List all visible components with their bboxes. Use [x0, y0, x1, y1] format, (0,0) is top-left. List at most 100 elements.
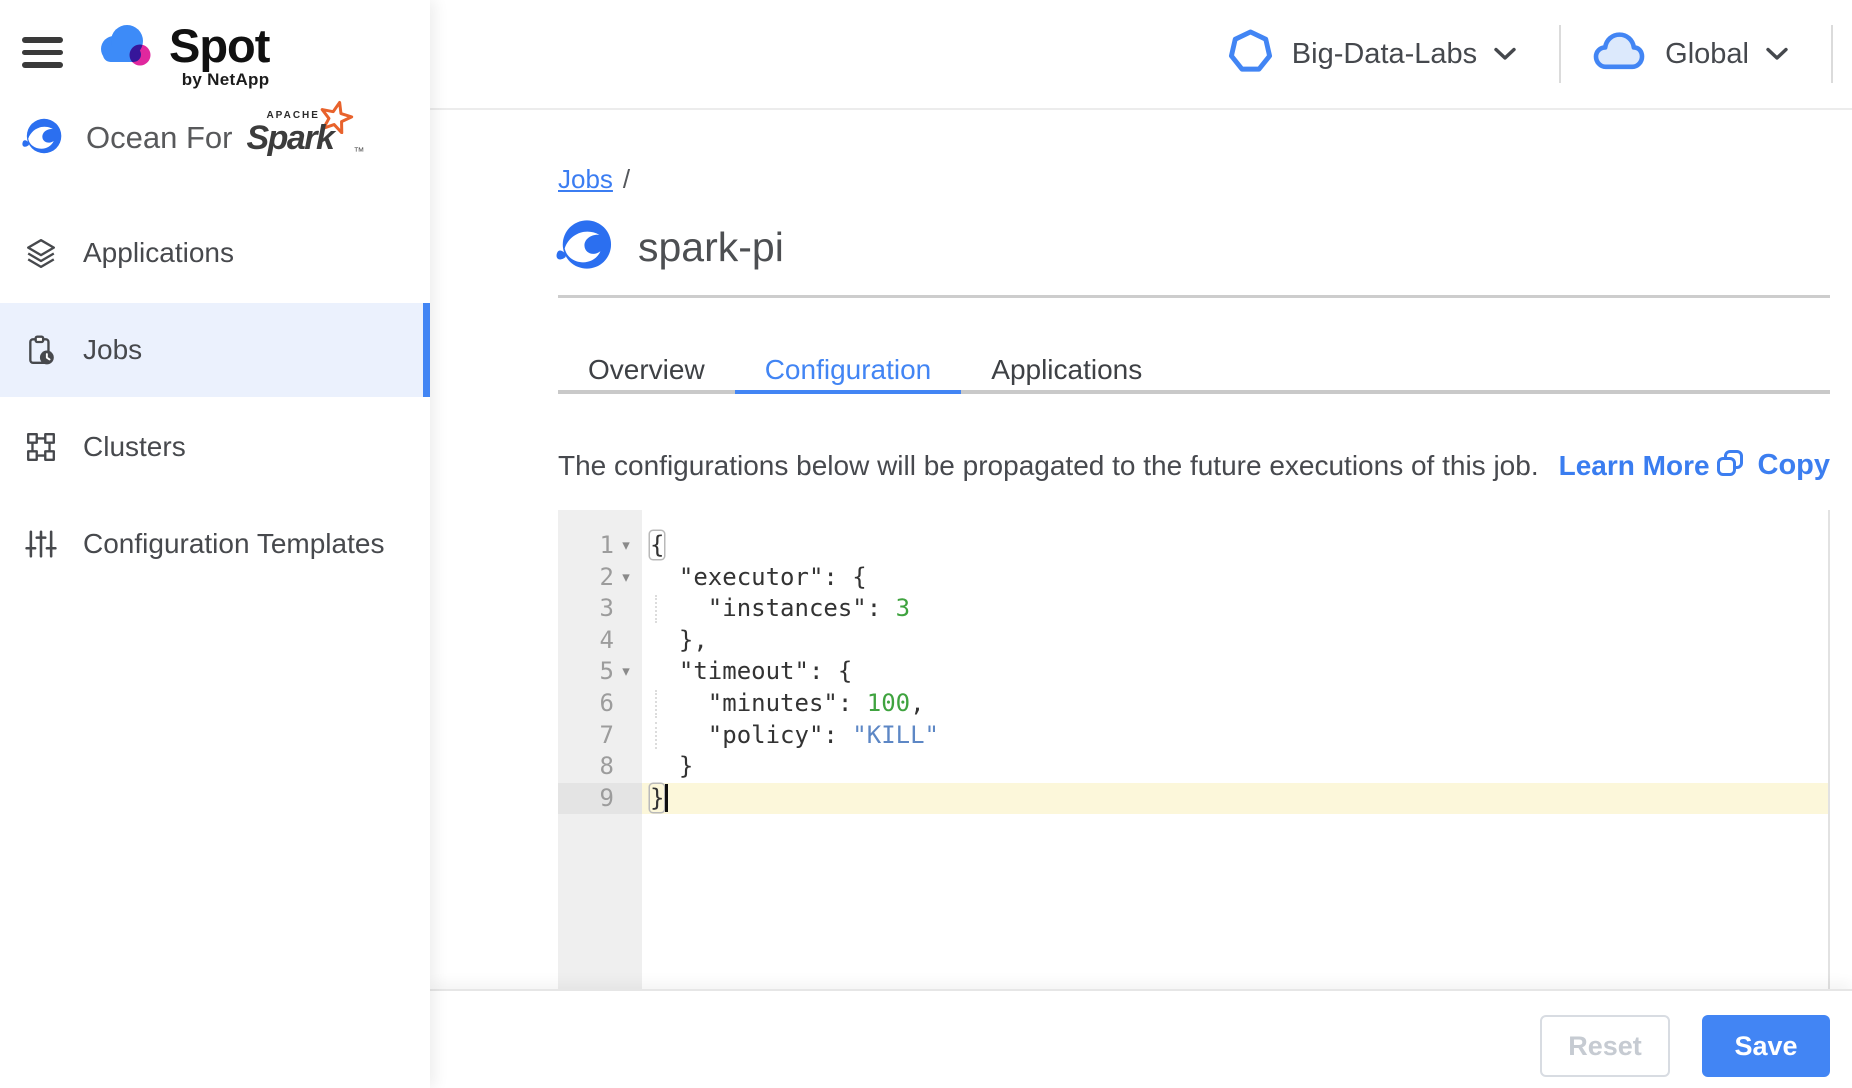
gutter-cell: 7 [558, 720, 642, 752]
reset-button[interactable]: Reset [1540, 1015, 1670, 1077]
line-number: 4 [600, 625, 614, 657]
sidebar-item-label: Clusters [83, 431, 186, 463]
copy-icon [1715, 448, 1745, 483]
code-text: } [642, 783, 1828, 815]
code-token: "timeout": { [650, 657, 852, 685]
sidebar-item-label: Applications [83, 237, 234, 269]
apache-spark-logo: APACHE Spark ™ [246, 110, 356, 166]
code-line[interactable]: 4 }, [558, 625, 1828, 657]
code-token: 100 [867, 689, 910, 717]
line-number: 5 [600, 656, 614, 688]
configuration-templates-icon [25, 528, 57, 560]
gutter-cell: 1▾ [558, 530, 642, 562]
sidebar-item-label: Configuration Templates [83, 528, 384, 560]
code-line[interactable]: 9} [558, 783, 1828, 815]
code-text: } [642, 751, 1828, 783]
gutter-cell: 6 [558, 688, 642, 720]
gutter-cell: 3 [558, 593, 642, 625]
code-text: "minutes": 100, [642, 688, 1828, 720]
code-editor[interactable]: 1▾{2▾ "executor": {3 "instances": 34 },5… [558, 510, 1830, 989]
breadcrumb-separator: / [623, 164, 630, 194]
ocean-wave-icon [22, 117, 62, 160]
save-button[interactable]: Save [1702, 1015, 1830, 1077]
sidebar-item-applications[interactable]: Applications [0, 206, 430, 300]
sidebar-item-clusters[interactable]: Clusters [0, 400, 430, 494]
page-header: spark-pi [556, 218, 784, 276]
header-divider [1559, 25, 1561, 83]
line-number: 3 [600, 593, 614, 625]
config-description: The configurations below will be propaga… [558, 450, 1539, 482]
code-line[interactable]: 8 } [558, 751, 1828, 783]
code-line[interactable]: 3 "instances": 3 [558, 593, 1828, 625]
code-token: "minutes": [650, 689, 867, 717]
code-token: } [650, 784, 664, 812]
ocean-for-spark-logo: Ocean For APACHE Spark ™ [22, 110, 356, 166]
code-token: "policy": [650, 721, 852, 749]
tab-overview[interactable]: Overview [558, 350, 735, 394]
tab-configuration[interactable]: Configuration [735, 350, 962, 394]
code-line[interactable]: 2▾ "executor": { [558, 562, 1828, 594]
chevron-down-icon [1493, 47, 1517, 61]
indent-guide [655, 595, 657, 623]
account-heptagon-icon [1227, 28, 1274, 80]
line-number: 7 [600, 720, 614, 752]
fold-arrow-icon[interactable]: ▾ [614, 562, 638, 594]
learn-more-link[interactable]: Learn More [1559, 450, 1710, 482]
line-number: 9 [600, 783, 614, 815]
code-line[interactable]: 1▾ { [558, 530, 1828, 562]
scope-switcher[interactable]: Global [1591, 29, 1789, 79]
code-text: { [642, 530, 1828, 562]
ocean-for-label: Ocean For [86, 120, 232, 156]
fold-arrow-icon[interactable]: ▾ [614, 530, 638, 562]
header-divider [1831, 25, 1833, 83]
cloud-icon [1591, 29, 1647, 79]
breadcrumb-jobs-link[interactable]: Jobs [558, 164, 613, 194]
code-line[interactable]: 5▾ "timeout": { [558, 656, 1828, 688]
code-line[interactable]: 7 "policy": "KILL" [558, 720, 1828, 752]
fold-arrow-icon[interactable]: ▾ [614, 656, 638, 688]
copy-label: Copy [1758, 449, 1831, 482]
gutter-cell: 8 [558, 751, 642, 783]
spot-cloud-icon [93, 20, 159, 77]
tab-applications[interactable]: Applications [961, 350, 1172, 394]
scope-label: Global [1665, 38, 1749, 71]
sidebar-item-jobs[interactable]: Jobs [0, 303, 430, 397]
code-token: } [650, 752, 693, 780]
gutter-cell: 2▾ [558, 562, 642, 594]
line-number: 8 [600, 751, 614, 783]
page-title: spark-pi [638, 224, 784, 271]
gutter-cell: 5▾ [558, 656, 642, 688]
gutter-cell: 9 [558, 783, 642, 815]
gutter-cell: 4 [558, 625, 642, 657]
config-description-row: The configurations below will be propaga… [558, 448, 1830, 483]
footer: Reset Save [430, 989, 1852, 1088]
title-divider [558, 295, 1830, 298]
spark-wordmark: Spark [246, 119, 333, 158]
spot-logo: Spot by NetApp [93, 20, 269, 90]
code-line[interactable]: 6 "minutes": 100, [558, 688, 1828, 720]
code-text: "policy": "KILL" [642, 720, 1828, 752]
account-switcher[interactable]: Big-Data-Labs [1227, 28, 1517, 80]
trademark: ™ [353, 146, 364, 158]
line-number: 2 [600, 562, 614, 594]
breadcrumb: Jobs / [558, 164, 630, 195]
line-number: 1 [600, 530, 614, 562]
text-cursor [665, 784, 668, 812]
jobs-icon [25, 334, 57, 366]
sidebar: Spot by NetApp Ocean For APACHE Spark ™ … [0, 0, 430, 1088]
copy-button[interactable]: Copy [1715, 448, 1831, 483]
menu-icon[interactable] [22, 37, 63, 68]
chevron-down-icon [1765, 47, 1789, 61]
brand-byline: by NetApp [182, 70, 270, 90]
clusters-icon [25, 431, 57, 463]
account-label: Big-Data-Labs [1292, 38, 1477, 71]
indent-guide [655, 690, 657, 718]
brand-name: Spot [169, 20, 269, 72]
sidebar-item-configuration-templates[interactable]: Configuration Templates [0, 497, 430, 591]
applications-icon [25, 237, 57, 269]
code-text: }, [642, 625, 1828, 657]
code-token: }, [650, 626, 708, 654]
code-token: , [910, 689, 924, 717]
code-token: "instances": [650, 594, 896, 622]
code-token: { [650, 531, 664, 559]
